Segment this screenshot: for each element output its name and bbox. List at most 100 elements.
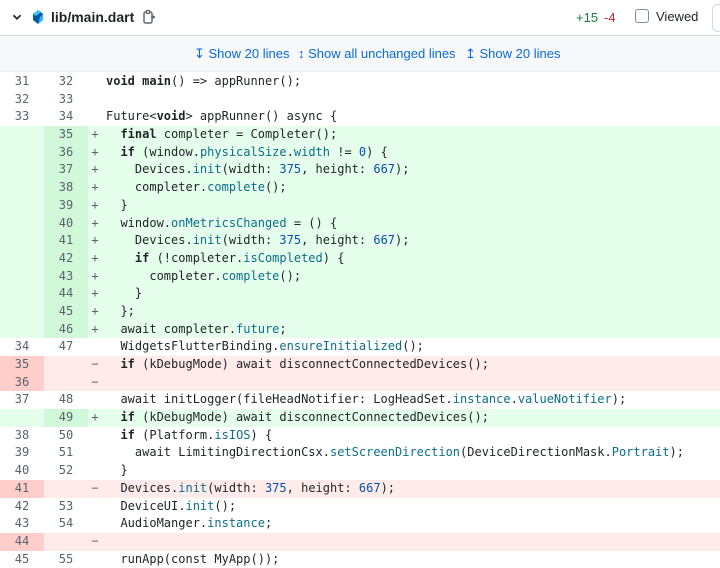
new-line-number[interactable]: 51: [44, 444, 88, 463]
old-line-number[interactable]: 36: [0, 373, 44, 392]
code-token: runApp(const MyApp());: [106, 551, 280, 566]
diff-row: 39 + }: [0, 196, 720, 215]
diff-row: 36 + if (window.physicalSize.width != 0) …: [0, 143, 720, 162]
viewed-checkbox[interactable]: [635, 9, 649, 23]
new-line-number[interactable]: 44: [44, 285, 88, 303]
file-actions-button[interactable]: [712, 4, 720, 32]
code-token: (!completer.: [149, 250, 244, 265]
code-token: () => appRunner();: [171, 74, 302, 88]
code-token: ();: [279, 268, 302, 283]
new-line-number[interactable]: 50: [44, 426, 88, 445]
diff-row: 37 + Devices.init(width: 375, height: 667…: [0, 161, 720, 180]
diff-row: 49 + if (kDebugMode) await disconnectConn…: [0, 409, 720, 427]
old-line-number[interactable]: 33: [0, 108, 44, 127]
new-line-number[interactable]: 54: [44, 515, 88, 533]
old-line-number[interactable]: 40: [0, 462, 44, 480]
code-token: completer.: [106, 268, 222, 283]
code-token: void: [156, 109, 186, 124]
new-line-number[interactable]: 41: [44, 232, 88, 250]
show-20-lines-up-link[interactable]: ↧ Show 20 lines: [194, 46, 289, 62]
diff-row: 36 −: [0, 373, 720, 392]
code-line: Devices.init(width: 375, height: 667);: [106, 232, 410, 250]
diff-marker: +: [91, 410, 99, 425]
old-line-number[interactable]: 41: [0, 479, 44, 498]
code-line: if (!completer.isCompleted) {: [106, 250, 345, 268]
code-token: Devices.: [106, 480, 179, 495]
old-line-number[interactable]: 45: [0, 550, 44, 568]
code-token: future: [236, 321, 280, 336]
new-line-number[interactable]: 32: [44, 73, 88, 91]
code-token: instance: [207, 516, 265, 531]
new-line-number[interactable]: 49: [44, 409, 88, 427]
new-line-number[interactable]: 42: [44, 249, 88, 268]
new-line-number[interactable]: 48: [44, 391, 88, 410]
old-line-number[interactable]: 39: [0, 444, 44, 463]
viewed-label[interactable]: Viewed: [656, 9, 698, 25]
dart-file-icon: [33, 10, 43, 24]
new-line-number[interactable]: 52: [44, 462, 88, 480]
code-token: );: [395, 233, 410, 248]
code-token: 375: [279, 162, 302, 177]
show-20-lines-down-link[interactable]: ↥ Show 20 lines: [465, 46, 560, 62]
code-token: );: [611, 392, 627, 407]
copy-icon[interactable]: [141, 9, 157, 25]
code-token: }: [106, 463, 128, 478]
old-line-number[interactable]: 32: [0, 90, 44, 109]
old-line-number[interactable]: 42: [0, 497, 44, 516]
new-line-number[interactable]: 36: [44, 143, 88, 162]
code-line: await completer.future;: [106, 321, 286, 339]
diff-marker: +: [91, 321, 99, 336]
new-line-number[interactable]: 53: [44, 497, 88, 516]
old-line-number[interactable]: 35: [0, 356, 44, 374]
diff-row: 38 + completer.complete();: [0, 179, 720, 197]
new-line-number[interactable]: 46: [44, 320, 88, 339]
new-line-number[interactable]: 35: [44, 126, 88, 144]
diff-row: 46 + await completer.future;: [0, 320, 720, 339]
code-line: }: [106, 285, 142, 303]
code-line: runApp(const MyApp());: [106, 551, 279, 568]
diff-row: 34 47 WidgetsFlutterBinding.ensureInitial…: [0, 338, 720, 357]
old-line-number[interactable]: 38: [0, 426, 44, 445]
file-name[interactable]: lib/main.dart: [51, 9, 134, 25]
diff-marker: +: [91, 268, 99, 283]
new-line-number[interactable]: 39: [44, 196, 88, 215]
diff-row: 43 + completer.complete();: [0, 267, 720, 286]
new-line-number[interactable]: 47: [44, 338, 88, 357]
code-token: window.: [106, 215, 172, 230]
old-line-number[interactable]: 43: [0, 515, 44, 533]
old-line-number[interactable]: 37: [0, 391, 44, 410]
code-token: > appRunner() async {: [185, 109, 338, 124]
new-line-number[interactable]: 55: [44, 550, 88, 568]
code-line: AudioManger.instance;: [106, 515, 272, 533]
new-line-number[interactable]: 43: [44, 267, 88, 286]
old-line-number[interactable]: 44: [0, 532, 44, 551]
new-line-number[interactable]: 40: [44, 214, 88, 233]
code-token: }: [106, 197, 128, 212]
code-token: (width:: [221, 233, 280, 248]
new-line-number[interactable]: 45: [44, 302, 88, 321]
chevron-down-icon[interactable]: [10, 10, 24, 24]
new-line-number[interactable]: 34: [44, 108, 88, 127]
code-token: WidgetsFlutterBinding.: [106, 339, 280, 354]
code-token: width: [293, 144, 330, 159]
code-token: 375: [264, 480, 287, 495]
new-line-number[interactable]: 38: [44, 179, 88, 197]
code-token: }: [106, 286, 143, 301]
code-token: );: [380, 480, 396, 495]
old-line-number[interactable]: 31: [0, 73, 44, 91]
new-line-number[interactable]: 33: [44, 90, 88, 109]
code-token: (Platform.: [134, 427, 215, 442]
new-line-number[interactable]: 37: [44, 161, 88, 180]
code-token: main: [142, 74, 172, 88]
diff-marker: −: [91, 357, 99, 371]
code-token: Devices.: [106, 162, 193, 177]
code-token: init: [192, 162, 222, 177]
code-line: if (kDebugMode) await disconnectConnecte…: [106, 356, 488, 374]
code-token: (window.: [134, 144, 200, 159]
old-line-number[interactable]: 34: [0, 338, 44, 357]
code-line: await LimitingDirectionCsx.setScreenDire…: [106, 444, 684, 462]
diff-marker: −: [91, 374, 99, 389]
show-all-unchanged-link[interactable]: ↕ Show all unchanged lines: [298, 46, 456, 62]
